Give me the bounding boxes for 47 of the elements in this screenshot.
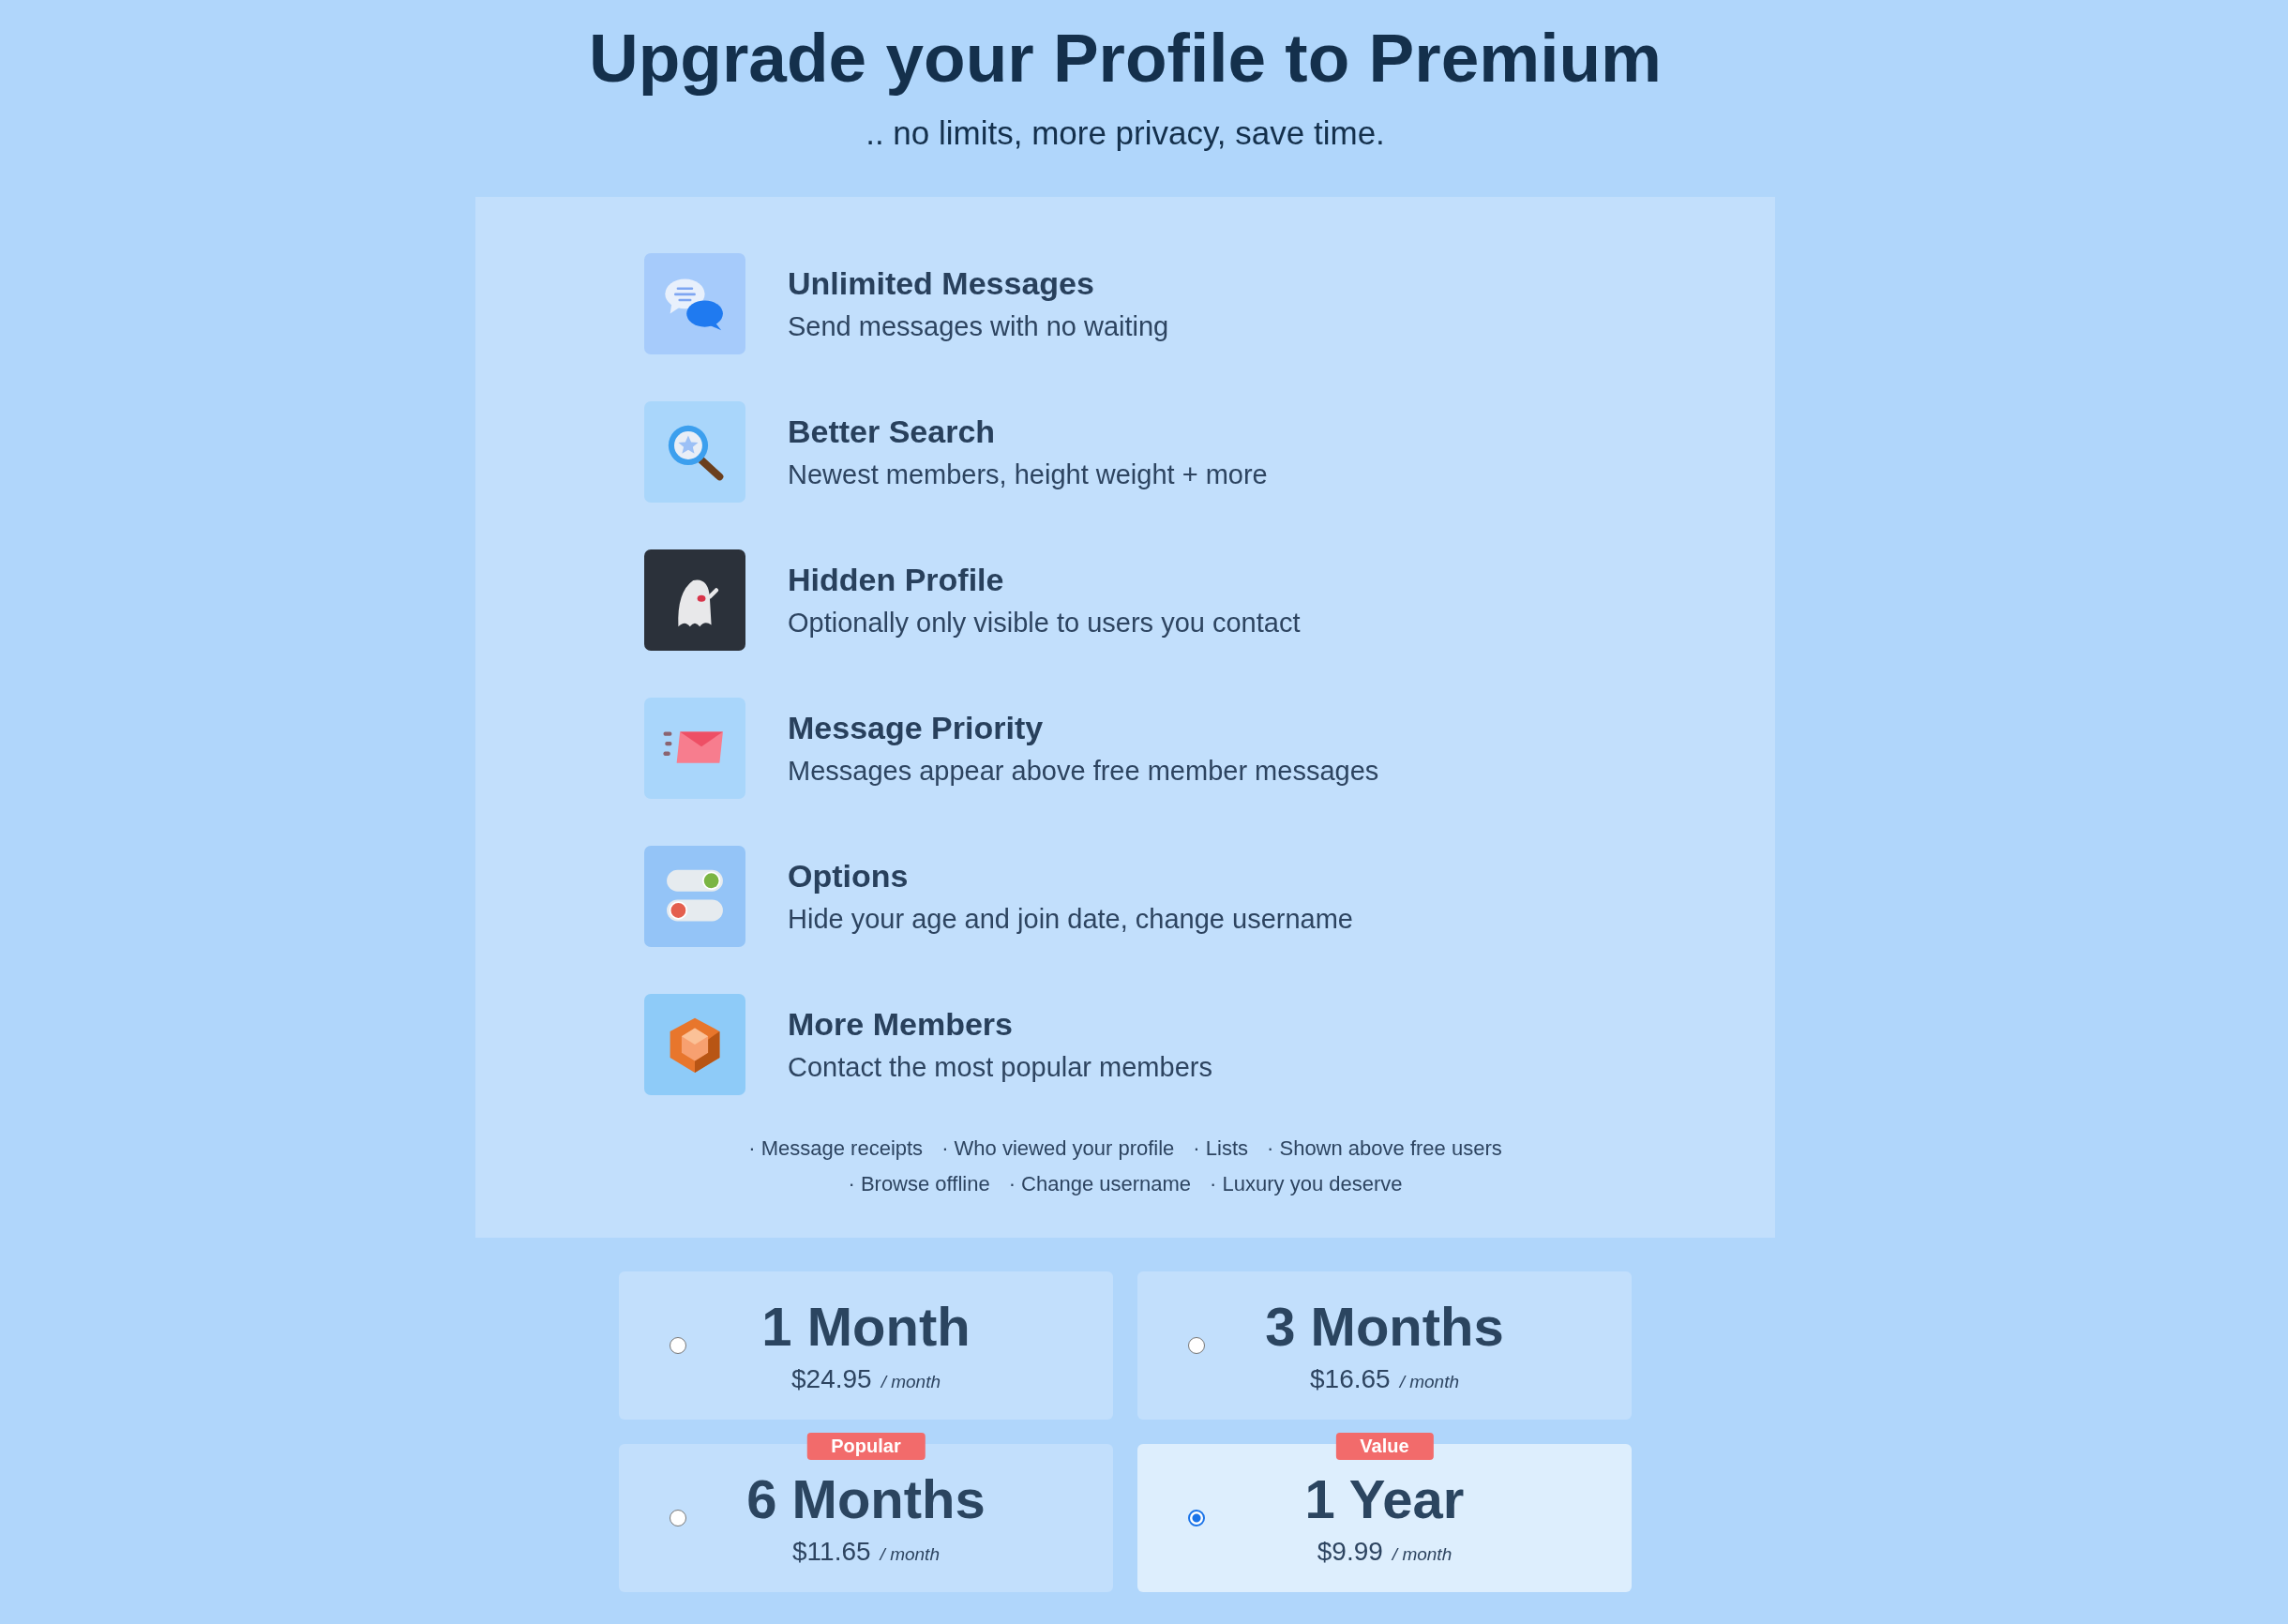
feature-title: Message Priority <box>788 710 1045 747</box>
plan-badge: Value <box>1335 1433 1434 1461</box>
radio-button[interactable] <box>670 1510 686 1527</box>
plan-price: $24.95 <box>791 1364 872 1395</box>
radio-button[interactable] <box>670 1337 686 1355</box>
feature-bullet: · Change username <box>1008 1172 1192 1197</box>
plan-price: $16.65 <box>1310 1364 1391 1395</box>
feature-title: Better Search <box>788 414 997 451</box>
feature-description: Messages appear above free member messages <box>788 756 1379 788</box>
feature-bullet: · Lists <box>1193 1136 1249 1162</box>
price-unit: / month <box>1399 1372 1459 1393</box>
plan-option[interactable]: 3 Months $16.65 / month <box>1137 1271 1632 1421</box>
page-title: Upgrade your Profile to Premium <box>589 21 1662 97</box>
feature-description: Optionally only visible to users you contact <box>788 608 1301 639</box>
chat-bubbles-icon <box>644 253 745 355</box>
feature-bullet: · Message receipts <box>748 1136 924 1162</box>
price-unit: / month <box>1392 1544 1453 1566</box>
feature-description: Send messages with no waiting <box>788 311 1169 343</box>
feature-description: Hide your age and join date, change username <box>788 904 1353 936</box>
envelope-icon <box>644 698 745 800</box>
ghost-icon <box>644 549 745 652</box>
feature-title: Unlimited Messages <box>788 265 1095 303</box>
gem-icon <box>644 994 745 1096</box>
plan-name: 1 Month <box>761 1297 971 1358</box>
plan-name: 1 Year <box>1304 1469 1465 1530</box>
radio-button[interactable] <box>1188 1510 1205 1527</box>
feature-bullet: · Who viewed your profile <box>941 1136 1175 1162</box>
feature-bullet: · Browse offline <box>848 1172 990 1197</box>
feature-description: Newest members, height weight + more <box>788 459 1268 491</box>
feature-title: Options <box>788 858 910 895</box>
magnifier-icon <box>644 401 745 504</box>
feature-description: Contact the most popular members <box>788 1052 1212 1084</box>
feature-title: More Members <box>788 1006 1014 1044</box>
plan-name: 3 Months <box>1265 1297 1504 1358</box>
price-unit: / month <box>880 1544 940 1566</box>
plan-badge: Popular <box>806 1433 926 1461</box>
toggle-switches-icon <box>644 846 745 948</box>
plan-option[interactable]: 1 Month $24.95 / month <box>619 1271 1113 1421</box>
page-subtitle: .. no limits, more privacy, save time. <box>866 114 1385 153</box>
price-unit: / month <box>881 1372 941 1393</box>
radio-button[interactable] <box>1188 1337 1205 1355</box>
feature-bullet: · Shown above free users <box>1267 1136 1502 1162</box>
plan-price: $11.65 <box>792 1537 871 1568</box>
feature-title: Hidden Profile <box>788 562 1005 599</box>
feature-bullet: · Luxury you deserve <box>1210 1172 1403 1197</box>
plan-price: $9.99 <box>1317 1537 1383 1568</box>
plan-name: 6 Months <box>746 1469 986 1530</box>
